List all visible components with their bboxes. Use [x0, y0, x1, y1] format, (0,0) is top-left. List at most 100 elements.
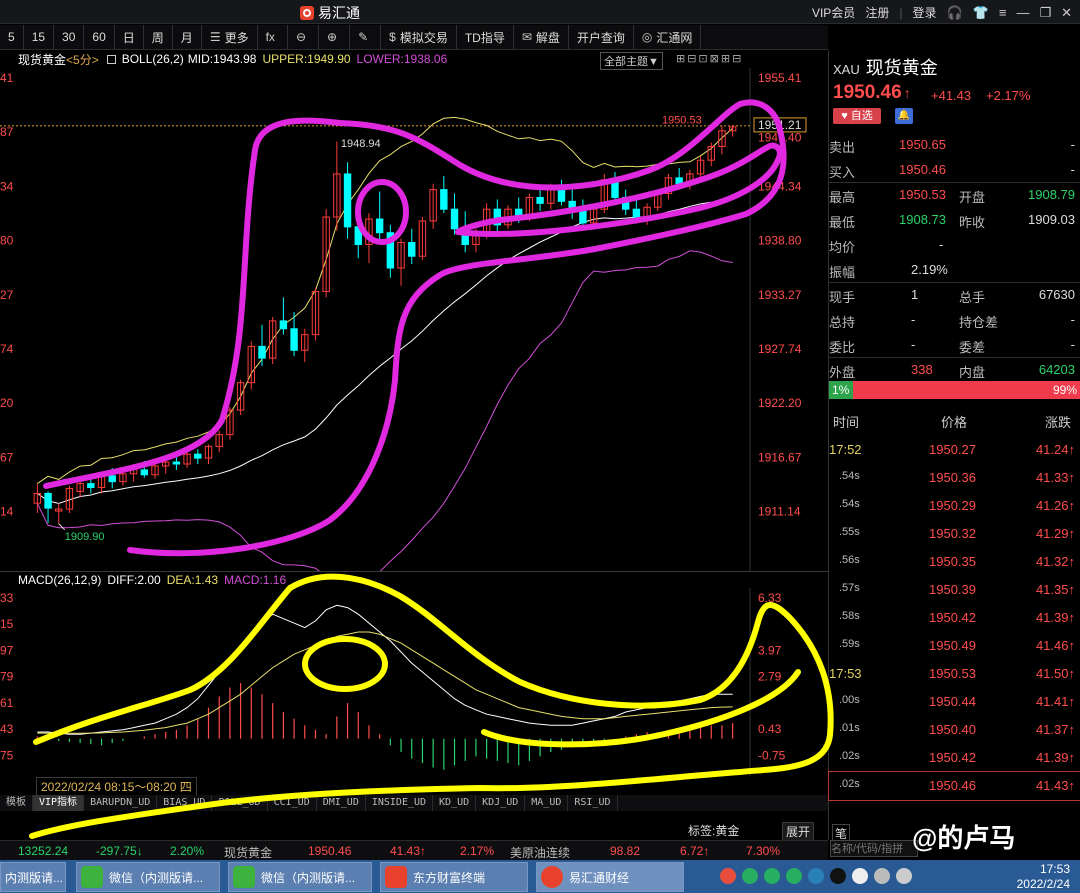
- price-tick-label: 1933.27: [758, 288, 802, 302]
- tick-change: 41.50↑: [1035, 666, 1075, 681]
- indicator-tab-4[interactable]: BOLL_UD: [212, 795, 268, 811]
- tick-time: .55s: [839, 526, 860, 538]
- toolbar-icon-10: ⊕: [327, 30, 338, 44]
- tag-label[interactable]: 标签:黄金: [688, 822, 739, 839]
- candle-body: [450, 208, 459, 230]
- macd-chart[interactable]: 6.33 3.97 2.79 0.43 -0.75 33 15 97 79 61 43 75: [0, 588, 828, 776]
- macd-tick-label: 0.43: [758, 722, 782, 736]
- os-taskbar: 内测版请... 微信（内测版请... 微信（内测版请... 东方财富终端 易汇通…: [0, 860, 1080, 893]
- toolbar-item-16[interactable]: ◎ 汇通网: [634, 25, 702, 49]
- headset-icon[interactable]: 🎧: [946, 5, 962, 21]
- vip-link[interactable]: VIP会员: [812, 4, 855, 21]
- tray-icon-7[interactable]: [852, 868, 868, 884]
- tick-price: 1950.42: [929, 610, 976, 625]
- toolbar-item-12[interactable]: $ 模拟交易: [381, 25, 457, 49]
- login-link[interactable]: 登录: [912, 4, 936, 21]
- volume-icon[interactable]: [874, 868, 890, 884]
- indicator-tab-1[interactable]: VIP指标: [33, 795, 85, 811]
- taskbar-clock[interactable]: 17:53 2022/2/24: [1017, 862, 1070, 892]
- toolbar-item-4[interactable]: 日: [115, 25, 144, 49]
- shirt-icon[interactable]: 👕: [973, 5, 989, 21]
- taskbar-wechat-2[interactable]: 微信（内测版请...: [228, 862, 372, 892]
- toolbar-label-6: 月: [180, 30, 193, 45]
- taskbar-eastmoney[interactable]: 东方财富终端: [380, 862, 528, 892]
- indicator-tab-9[interactable]: KDJ_UD: [476, 795, 526, 811]
- toolbar-item-8[interactable]: fx: [258, 25, 288, 49]
- minimize-icon[interactable]: —: [1016, 5, 1029, 20]
- toolbar-item-6[interactable]: 月: [173, 25, 202, 49]
- tray-icon-4[interactable]: [786, 868, 802, 884]
- tick-time: .56s: [839, 554, 860, 566]
- quote-row-value2: 1908.79: [1028, 187, 1075, 202]
- quote-row-value: -: [911, 312, 916, 327]
- boll-settings-icon[interactable]: [106, 54, 116, 64]
- taskbar-app-1[interactable]: 内测版请...: [0, 862, 66, 892]
- restore-icon[interactable]: ❐: [1039, 5, 1051, 21]
- tick-row: .54s 1950.36 41.33↑: [829, 464, 1080, 492]
- indicator-tab-2[interactable]: BARUPDN_UD: [84, 795, 158, 811]
- toolbar-item-9[interactable]: ⊖: [288, 25, 319, 49]
- network-icon[interactable]: [896, 868, 912, 884]
- macd-tick-label: -0.75: [758, 748, 786, 762]
- expand-button[interactable]: 展开: [782, 822, 815, 841]
- toolbar-item-5[interactable]: 周: [144, 25, 173, 49]
- tick-price: 1950.40: [929, 722, 976, 737]
- tray-icon-1[interactable]: [720, 868, 736, 884]
- indicator-tab-0[interactable]: 模板: [0, 795, 33, 811]
- indicator-tab-6[interactable]: DMI_UD: [317, 795, 366, 811]
- toolbar-item-14[interactable]: ✉ 解盘: [514, 25, 569, 49]
- tick-price: 1950.32: [929, 526, 976, 541]
- indicator-tab-10[interactable]: MA_UD: [525, 795, 569, 811]
- toolbar-item-2[interactable]: 30: [54, 25, 85, 49]
- taskbar-yihuitong[interactable]: 易汇通财经: [536, 862, 684, 892]
- quote-row: 买入 1950.46 -: [829, 157, 1080, 182]
- tray-icon-3[interactable]: [764, 868, 780, 884]
- indicator-tab-7[interactable]: INSIDE_UD: [366, 795, 434, 811]
- boll-mid: MID:1943.98: [187, 52, 257, 66]
- toolbar-item-11[interactable]: ✎: [350, 25, 382, 49]
- register-link[interactable]: 注册: [865, 4, 889, 21]
- tray-icon-5[interactable]: [808, 868, 824, 884]
- low-price-label: 1909.90: [65, 531, 105, 543]
- indicator-tab-11[interactable]: RSI_UD: [568, 795, 618, 811]
- candle-body: [515, 208, 523, 218]
- toolbar-icon-12: $: [389, 30, 396, 44]
- toolbar-item-3[interactable]: 60: [84, 25, 115, 49]
- candle-body: [44, 492, 52, 509]
- quote-row-key2: 持仓差: [959, 315, 999, 330]
- alert-bell-icon[interactable]: 🔔: [895, 108, 913, 124]
- price-chart[interactable]: 1955.41 1938.80 1933.27 1927.74 1922.20 1916.…: [0, 68, 828, 571]
- menu-icon[interactable]: ≡: [999, 5, 1007, 20]
- indicator-tab-3[interactable]: BIAS_UD: [157, 795, 213, 811]
- macd-left-tick-label: 79: [0, 670, 14, 684]
- toolbar-item-7[interactable]: ☰ 更多: [202, 25, 258, 49]
- add-favorite-button[interactable]: ♥ 自选: [833, 108, 881, 124]
- qq-icon[interactable]: [830, 868, 846, 884]
- indicator-tab-5[interactable]: CCI_UD: [268, 795, 317, 811]
- tick-header-price: 价格: [941, 415, 968, 430]
- close-icon[interactable]: ✕: [1061, 5, 1072, 21]
- status-item: 现货黄金: [224, 846, 273, 860]
- high-price-label: 1950.53: [662, 115, 702, 127]
- tick-change: 41.39↑: [1035, 610, 1075, 625]
- quote-row-key: 卖出: [829, 140, 856, 155]
- toolbar-item-1[interactable]: 15: [24, 25, 55, 49]
- low-marker: [58, 523, 66, 531]
- app-title: 易汇通: [300, 3, 360, 23]
- tray-icon-2[interactable]: [742, 868, 758, 884]
- macd-left-tick-label: 33: [0, 591, 14, 605]
- quote-row: 现手 1 总手 67630: [829, 282, 1080, 307]
- toolbar-item-10[interactable]: ⊕: [319, 25, 351, 49]
- indicator-tab-8[interactable]: KD_UD: [433, 795, 477, 811]
- toolbar-item-15[interactable]: 开户查询: [569, 25, 634, 49]
- taskbar-wechat-1[interactable]: 微信（内测版请...: [76, 862, 220, 892]
- tick-change: 41.41↑: [1035, 694, 1075, 709]
- status-item: -297.75↓: [96, 844, 143, 858]
- period-label[interactable]: <5分>: [66, 51, 99, 68]
- chart-layout-icons[interactable]: ⊞⊟⊡⊠⊞⊟: [676, 52, 743, 65]
- toolbar-item-13[interactable]: TD指导: [457, 25, 514, 49]
- tick-price: 1950.53: [929, 666, 976, 681]
- toolbar-item-0[interactable]: 5: [0, 25, 24, 49]
- search-input[interactable]: [830, 840, 918, 857]
- candle-body: [579, 210, 587, 224]
